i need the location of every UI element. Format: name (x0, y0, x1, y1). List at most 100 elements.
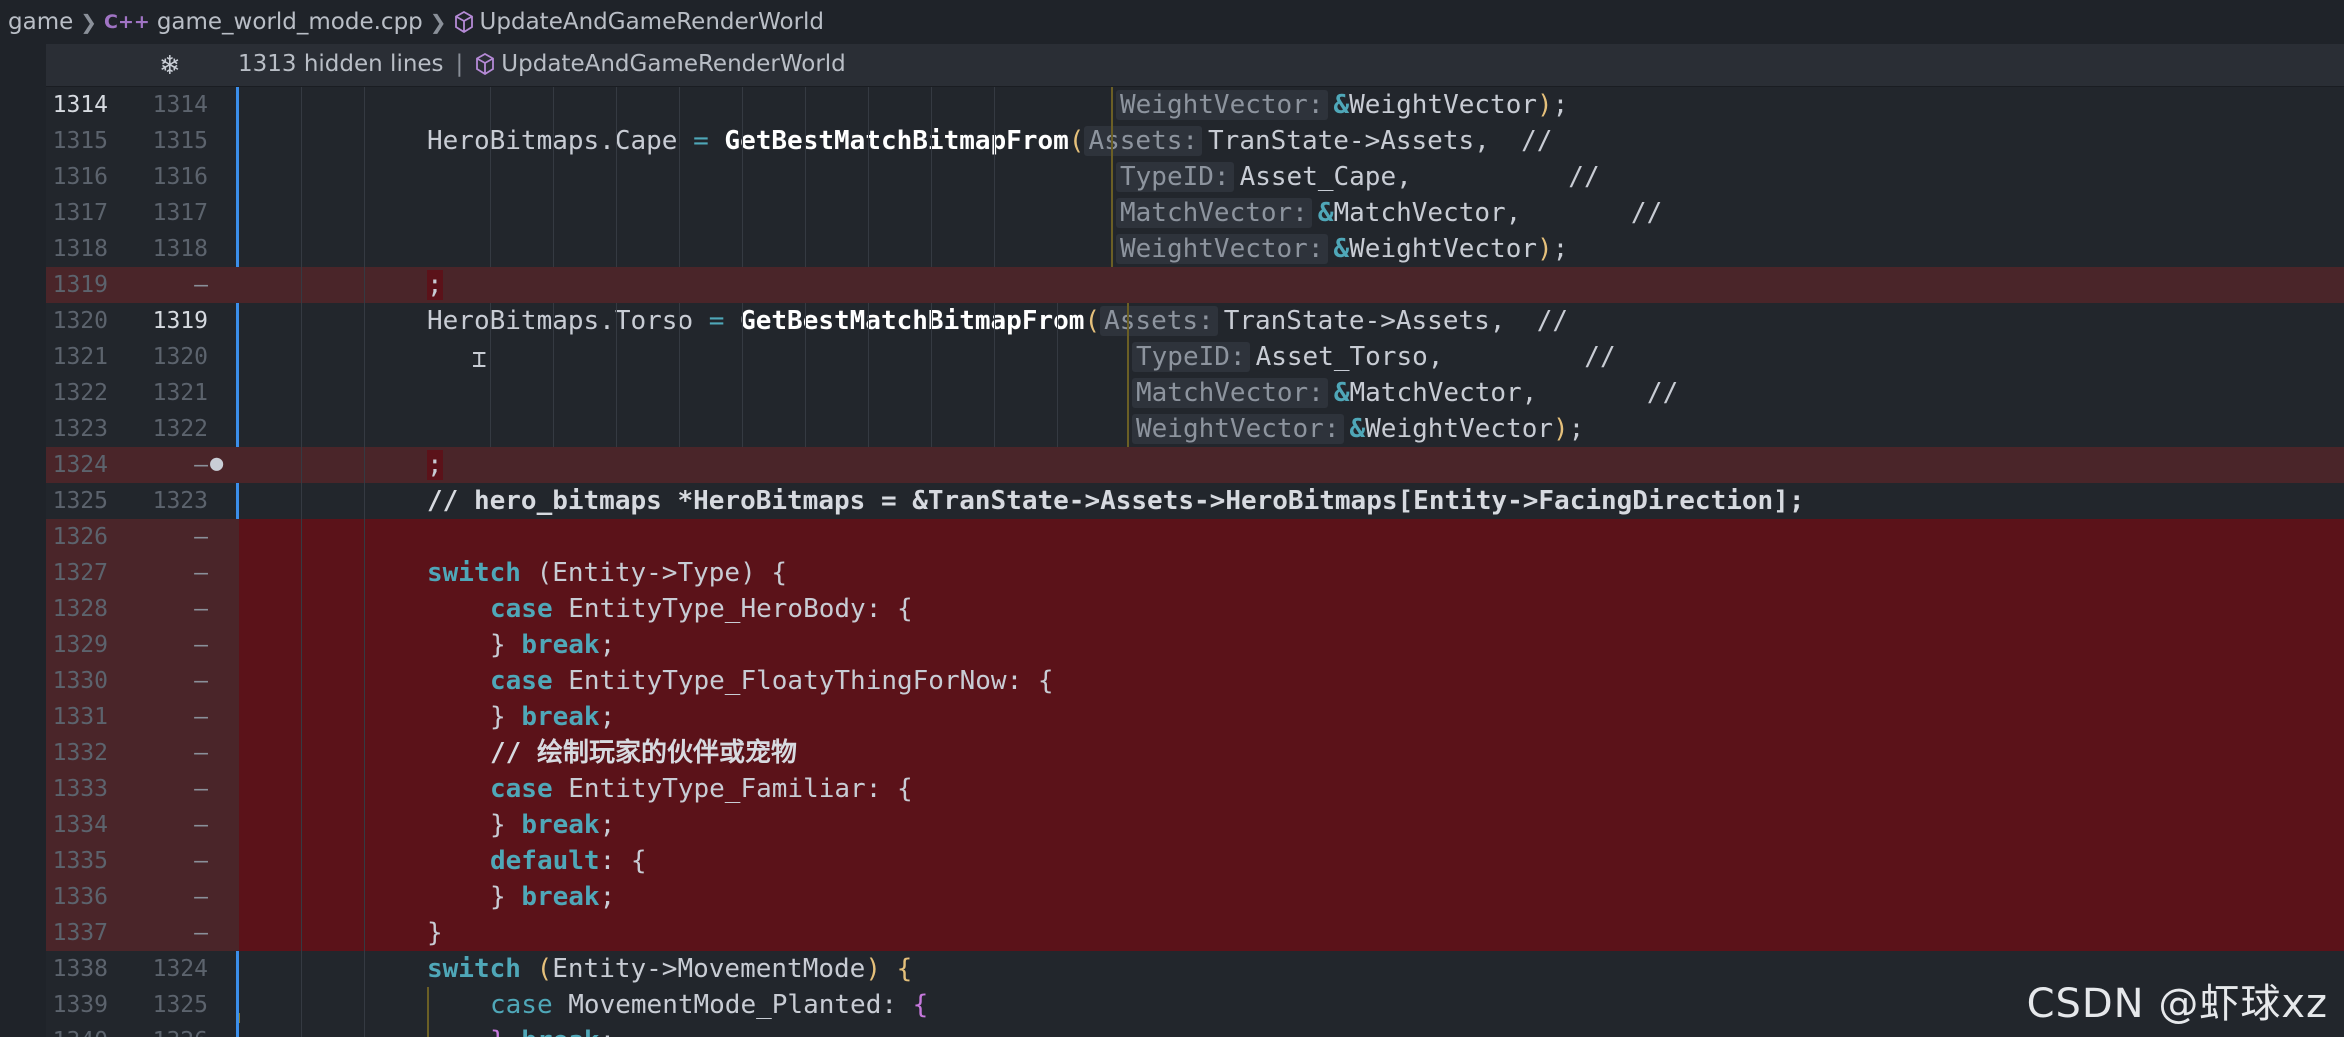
deleted-code-line[interactable]: 1328 — case EntityType_HeroBody: { (46, 591, 2344, 627)
code-text: WeightVector: &WeightVector); (239, 411, 2344, 447)
cube-icon (475, 53, 495, 75)
code-token: ; (427, 270, 443, 300)
deleted-code-line[interactable]: 1334 — } break; (46, 807, 2344, 843)
code-token: EntityType_Familiar: (552, 774, 897, 804)
code-line[interactable]: 1340 1326 } break; (46, 1023, 2344, 1037)
code-line[interactable]: 1317 1317 MatchVector: &MatchVector, // (46, 195, 2344, 231)
lightbulb-icon[interactable]: ● (210, 451, 223, 476)
deleted-code-line[interactable]: 1335 — default: { (46, 843, 2344, 879)
new-line-number: — (194, 452, 208, 478)
new-line-number: — (194, 920, 208, 946)
code-line[interactable]: 1321 1320 ⌶ TypeID: Asset_Torso, // (46, 339, 2344, 375)
chevron-right-icon: ❯ (429, 10, 447, 34)
code-comment: // 绘制玩家的伙伴或宠物 (490, 738, 797, 768)
new-line-number: 1315 (152, 128, 208, 154)
new-line-number: — (194, 668, 208, 694)
hidden-lines-label[interactable]: 1313 hidden lines (238, 51, 444, 77)
code-text (239, 519, 2344, 555)
code-line[interactable]: 1322 1321 MatchVector: &MatchVector, // (46, 375, 2344, 411)
diff-editor[interactable]: 1314 1314 WeightVector: &WeightVector); 1… (46, 87, 2344, 1037)
breadcrumb-file[interactable]: C++ game_world_mode.cpp (104, 9, 423, 35)
new-line-number: 1319 (152, 308, 208, 334)
breadcrumb-function-label: UpdateAndGameRenderWorld (479, 9, 825, 35)
old-line-number: 1338 (52, 956, 108, 982)
old-line-number: 1319 (52, 272, 108, 298)
code-token: & (1333, 234, 1350, 264)
code-token: break (521, 702, 600, 732)
code-token: { (771, 558, 788, 588)
deleted-code-line[interactable]: 1327 — switch (Entity->Type) { (46, 555, 2344, 591)
code-text: ; (239, 447, 2344, 483)
code-token: ; (1568, 414, 1585, 444)
deleted-code-line[interactable]: 1330 — case EntityType_FloatyThingForNow… (46, 663, 2344, 699)
code-line[interactable]: 1325 1323 // hero_bitmaps *HeroBitmaps =… (46, 483, 2344, 519)
new-line-number: — (194, 848, 208, 874)
code-token: case (490, 990, 553, 1020)
code-token: TranState->Assets, (1223, 306, 1506, 336)
code-text: ; (239, 267, 2344, 303)
code-token: } (490, 630, 522, 660)
deleted-code-line[interactable]: 1319 — ; (46, 267, 2344, 303)
code-line[interactable]: 1339 1325 case MovementMode_Planted: { (46, 987, 2344, 1023)
deleted-code-line[interactable]: 1326 — (46, 519, 2344, 555)
code-token: ( (1068, 126, 1085, 156)
code-text: case EntityType_Familiar: { (239, 771, 2344, 807)
deleted-code-line[interactable]: 1324 — ● ; (46, 447, 2344, 483)
code-token: HeroBitmaps.Cape (427, 126, 678, 156)
code-token: EntityType_FloatyThingForNow: (552, 666, 1038, 696)
code-line[interactable]: 1316 1316 TypeID: Asset_Cape, // (46, 159, 2344, 195)
code-token: } (490, 702, 522, 732)
old-line-number: 1320 (52, 308, 108, 334)
code-token: & (1333, 378, 1350, 408)
cpp-file-icon: C++ (104, 11, 150, 33)
code-token: { (897, 594, 913, 624)
code-token: (Entity->Type) (520, 558, 772, 588)
snowflake-icon[interactable]: ❄ (159, 51, 181, 81)
inlay-hint: WeightVector: (1116, 90, 1328, 120)
code-token: EntityType_HeroBody: (552, 594, 897, 624)
code-token: // (1505, 306, 1569, 336)
deleted-code-line[interactable]: 1337 — } (46, 915, 2344, 951)
code-token: & (1333, 90, 1350, 120)
sticky-separator: | (455, 51, 464, 77)
breadcrumb-function[interactable]: UpdateAndGameRenderWorld (454, 9, 824, 35)
code-text: } break; (239, 879, 2344, 915)
new-line-number: — (194, 560, 208, 586)
code-token: ; (599, 882, 616, 912)
code-token: ( (520, 954, 553, 984)
inlay-hint: WeightVector: (1132, 414, 1344, 444)
code-token: Asset_Torso, (1255, 342, 1444, 372)
deleted-code-line[interactable]: 1336 — } break; (46, 879, 2344, 915)
cube-icon (454, 11, 474, 33)
inlay-hint: Assets: (1084, 126, 1203, 156)
code-text: case EntityType_FloatyThingForNow: { (239, 663, 2344, 699)
new-line-number: — (194, 524, 208, 550)
code-token: ; (600, 1026, 616, 1037)
code-token: WeightVector (1349, 90, 1537, 120)
new-line-number: — (194, 884, 208, 910)
code-line[interactable]: 1314 1314 WeightVector: &WeightVector); (46, 87, 2344, 123)
old-line-number: 1318 (52, 236, 108, 262)
old-line-number: 1321 (52, 344, 108, 370)
code-token: & (1317, 198, 1334, 228)
code-line[interactable]: 1323 1322 WeightVector: &WeightVector); (46, 411, 2344, 447)
deleted-code-line[interactable]: 1332 — // 绘制玩家的伙伴或宠物 (46, 735, 2344, 771)
code-line[interactable]: 1315 1315 HeroBitmaps.Cape = GetBestMatc… (46, 123, 2344, 159)
old-line-number: 1331 (52, 704, 108, 730)
new-line-number: 1321 (152, 380, 208, 406)
deleted-code-line[interactable]: 1331 — } break; (46, 699, 2344, 735)
code-token: { (1037, 666, 1054, 696)
sticky-function-label[interactable]: UpdateAndGameRenderWorld (501, 51, 845, 77)
deleted-code-line[interactable]: 1333 — case EntityType_Familiar: { (46, 771, 2344, 807)
new-line-number: — (194, 632, 208, 658)
code-line[interactable]: 1338 1324 switch (Entity->MovementMode) … (46, 951, 2344, 987)
old-line-number: 1330 (52, 668, 108, 694)
code-line[interactable]: 1320 1319 HeroBitmaps.Torso = GetBestMat… (46, 303, 2344, 339)
sticky-scroll-header[interactable]: ❄ 1313 hidden lines | UpdateAndGameRende… (46, 44, 2344, 87)
code-token: & (1349, 414, 1366, 444)
breadcrumb-project[interactable]: game (8, 9, 73, 35)
new-line-number: — (194, 812, 208, 838)
deleted-code-line[interactable]: 1329 — } break; (46, 627, 2344, 663)
code-line[interactable]: 1318 1318 WeightVector: &WeightVector); (46, 231, 2344, 267)
new-line-number: 1326 (108, 1023, 208, 1037)
